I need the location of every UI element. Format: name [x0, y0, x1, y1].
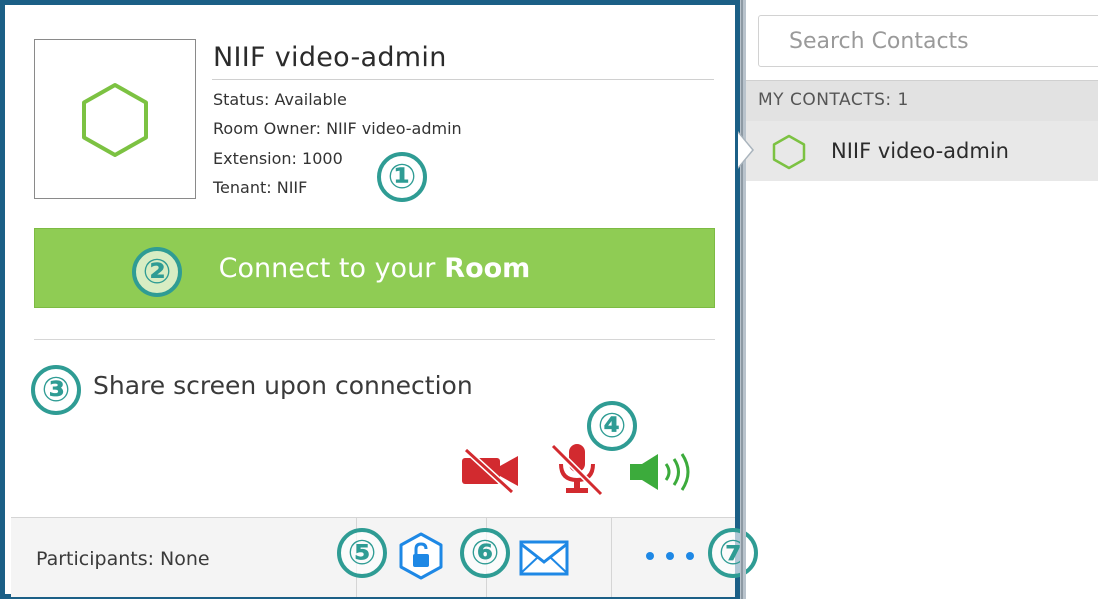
search-contacts-input[interactable]	[759, 16, 1098, 66]
mic-toggle-button[interactable]	[547, 440, 607, 500]
speaker-on-icon	[630, 453, 690, 491]
my-contacts-header: MY CONTACTS: 1	[746, 80, 1098, 122]
camera-toggle-button[interactable]	[460, 446, 520, 498]
panel-splitter-line	[741, 0, 743, 599]
section-divider	[34, 339, 715, 340]
room-name: NIIF video-admin	[213, 42, 447, 73]
connect-room-word: Room	[444, 252, 531, 284]
my-contacts-label: MY CONTACTS: 1	[758, 90, 909, 110]
callout-4: ④	[587, 401, 637, 451]
email-invite-icon	[519, 540, 569, 576]
callout-5: ⑤	[337, 528, 387, 578]
footer-divider	[611, 518, 612, 597]
callout-1: ①	[377, 152, 427, 202]
camera-off-icon	[462, 447, 518, 495]
extension-text: Extension: 1000	[213, 149, 343, 168]
selection-pointer-fill	[738, 133, 752, 167]
hexagon-status-icon	[772, 134, 806, 170]
room-owner-text: Room Owner: NIIF video-admin	[213, 119, 462, 138]
share-screen-option[interactable]: Share screen upon connection	[93, 371, 473, 400]
room-avatar	[34, 39, 196, 199]
lock-room-icon	[399, 532, 443, 580]
callout-2: ②	[132, 247, 182, 297]
hexagon-status-icon	[82, 83, 148, 157]
callout-7: ⑦	[708, 528, 758, 578]
status-text: Status: Available	[213, 90, 347, 109]
callout-6: ⑥	[460, 528, 510, 578]
mic-muted-icon	[550, 443, 604, 497]
lock-room-button[interactable]	[398, 532, 444, 584]
contact-list-item[interactable]: NIIF video-admin	[746, 121, 1098, 181]
callout-3: ③	[31, 365, 81, 415]
contact-name: NIIF video-admin	[831, 139, 1009, 163]
search-contacts-box[interactable]	[758, 15, 1098, 67]
tenant-text: Tenant: NIIF	[213, 178, 308, 197]
connect-label: Connect to your	[218, 252, 436, 284]
more-options-icon	[646, 552, 694, 560]
participants-count: Participants: None	[36, 548, 210, 570]
email-invite-button[interactable]	[518, 538, 570, 582]
name-divider	[212, 79, 714, 80]
more-options-button[interactable]	[643, 548, 703, 567]
speaker-toggle-button[interactable]	[628, 450, 698, 498]
